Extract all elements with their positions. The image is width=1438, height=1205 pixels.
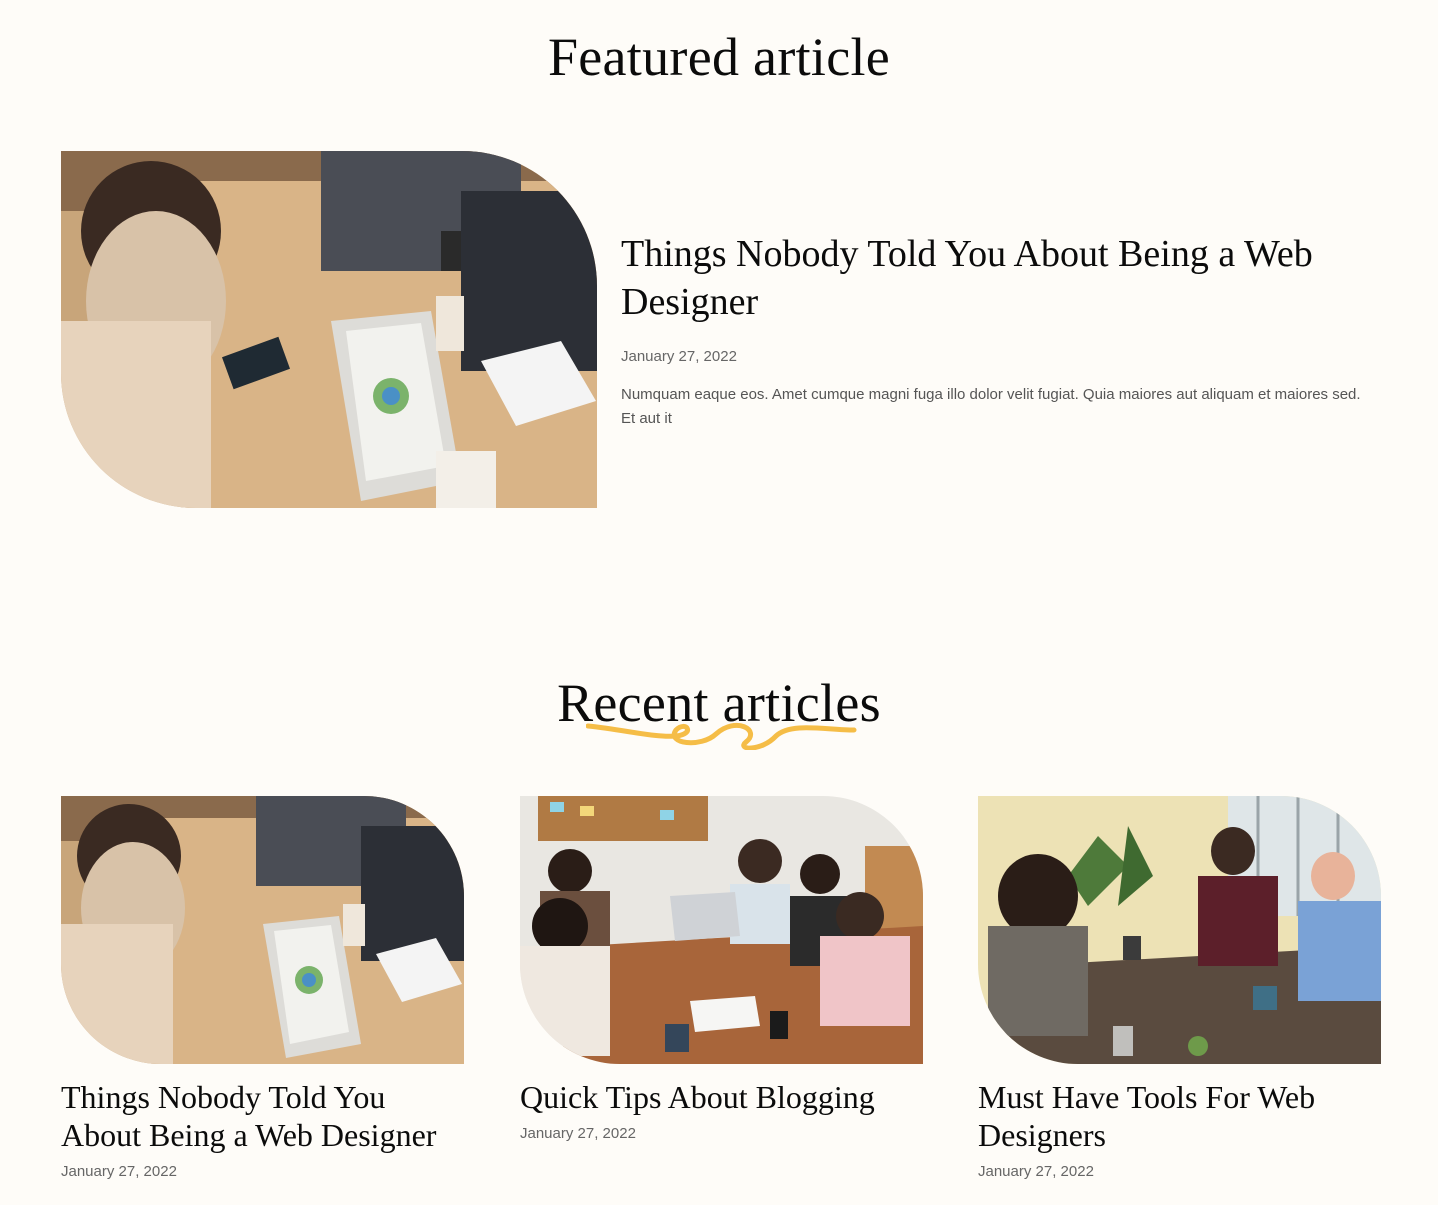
office-meeting-photo (61, 151, 597, 508)
recent-section-title: Recent articles (557, 673, 881, 733)
recent-article-card[interactable]: Quick Tips About Blogging January 27, 20… (520, 796, 923, 1142)
cafe-meeting-photo (978, 796, 1381, 1064)
recent-article-date: January 27, 2022 (61, 1163, 177, 1180)
featured-article-date: January 27, 2022 (621, 348, 737, 365)
office-meeting-photo (61, 796, 464, 1064)
recent-article-title[interactable]: Things Nobody Told You About Being a Web… (61, 1078, 464, 1154)
featured-article-headline[interactable]: Things Nobody Told You About Being a Web… (621, 230, 1381, 326)
recent-article-card[interactable]: Things Nobody Told You About Being a Web… (61, 796, 464, 1180)
featured-article-text: Things Nobody Told You About Being a Web… (621, 230, 1381, 431)
recent-article-title[interactable]: Quick Tips About Blogging (520, 1078, 923, 1116)
recent-article-date: January 27, 2022 (978, 1163, 1094, 1180)
recent-article-title[interactable]: Must Have Tools For Web Designers (978, 1078, 1381, 1154)
recent-article-image[interactable] (61, 796, 464, 1064)
recent-section-header: Recent articles (0, 672, 1438, 762)
featured-section-title: Featured article (547, 27, 891, 87)
recent-article-card[interactable]: Must Have Tools For Web Designers Januar… (978, 796, 1381, 1180)
recent-article-date: January 27, 2022 (520, 1125, 636, 1142)
featured-article-excerpt: Numquam eaque eos. Amet cumque magni fug… (621, 386, 1361, 427)
featured-article-image[interactable] (61, 151, 597, 508)
team-discussion-photo (520, 796, 923, 1064)
recent-article-image[interactable] (520, 796, 923, 1064)
recent-article-image[interactable] (978, 796, 1381, 1064)
